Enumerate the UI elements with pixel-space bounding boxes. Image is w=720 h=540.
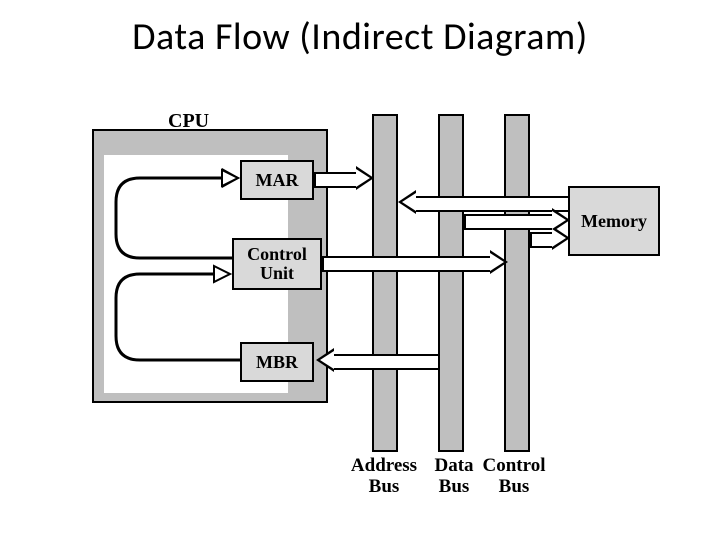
mar-to-address-bus: [314, 172, 358, 188]
data-bus: [438, 114, 464, 452]
data-bus-to-memory: [464, 214, 554, 230]
control-unit-box: ControlUnit: [232, 238, 322, 290]
control-bus-label: ControlBus: [474, 456, 554, 498]
cpu-label: CPU: [168, 110, 209, 133]
address-bus: [372, 114, 398, 452]
memory-to-address-bus: [414, 196, 570, 212]
data-bus-to-mbr: [332, 354, 440, 370]
memory-box: Memory: [568, 186, 660, 256]
control-bus-to-memory: [530, 232, 554, 248]
diagram-stage: Data Flow (Indirect Diagram) CPU MAR Con…: [0, 0, 720, 540]
page-title: Data Flow (Indirect Diagram): [0, 0, 720, 60]
control-to-control-bus: [322, 256, 492, 272]
mbr-box: MBR: [240, 342, 314, 382]
mar-box: MAR: [240, 160, 314, 200]
address-bus-label: AddressBus: [344, 456, 424, 498]
control-bus: [504, 114, 530, 452]
